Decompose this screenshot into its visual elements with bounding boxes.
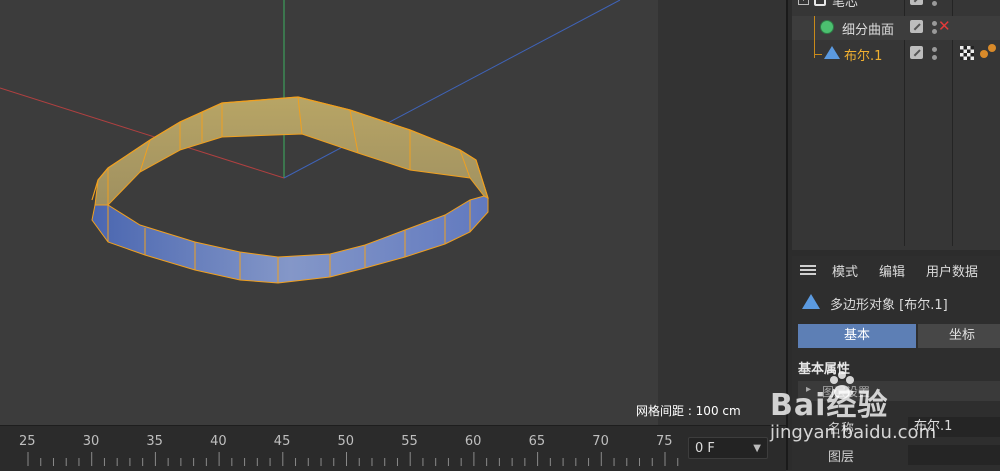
- tree-line: [814, 54, 822, 55]
- checker-tag-icon[interactable]: [960, 46, 974, 60]
- editor-visibility-dot[interactable]: [932, 47, 937, 52]
- timeline[interactable]: 25 30 35 40 45 50 55 60 65 70 75: [0, 425, 786, 471]
- editor-visibility-dot[interactable]: [932, 21, 937, 26]
- current-frame-value: 0 F: [695, 441, 715, 456]
- timeline-tick-label: 30: [82, 434, 100, 449]
- menu-user-data[interactable]: 用户数据: [926, 261, 978, 280]
- object-name[interactable]: 细分曲面: [842, 19, 894, 38]
- timeline-tick-label: 50: [337, 434, 355, 449]
- subdivision-surface-icon: [820, 20, 834, 34]
- object-row-pen-core[interactable]: + 笔芯: [792, 0, 1000, 12]
- attribute-menu-bar: 模式 编辑 用户数据: [792, 256, 1000, 284]
- object-name[interactable]: 笔芯: [832, 0, 858, 10]
- render-visibility-dot[interactable]: [932, 55, 937, 60]
- timeline-tick-label: 45: [273, 434, 291, 449]
- disabled-x-icon[interactable]: ✕: [938, 17, 951, 35]
- object-manager[interactable]: + 笔芯 细分曲面 ✕ 布尔.1: [792, 0, 1000, 250]
- layer-toggle-icon[interactable]: [910, 46, 923, 59]
- material-tag-icon[interactable]: [988, 44, 996, 52]
- hamburger-menu-icon[interactable]: [800, 265, 816, 275]
- ring-back-wall: [94, 96, 489, 206]
- timeline-tick-label: 70: [592, 434, 609, 449]
- layer-input[interactable]: [908, 445, 1000, 465]
- menu-edit[interactable]: 编辑: [879, 261, 905, 280]
- timeline-tick-label: 65: [528, 434, 546, 449]
- grid-spacing-label: 网格间距 : 100 cm: [636, 404, 741, 418]
- timeline-tick-label: 25: [19, 434, 36, 449]
- layer-settings-group[interactable]: ▸ 图层设置: [798, 381, 1000, 401]
- right-panel: + 笔芯 细分曲面 ✕ 布尔.1: [786, 0, 1000, 470]
- object-type-label: 多边形对象 [布尔.1]: [830, 298, 948, 313]
- polygon-object-icon: [824, 46, 840, 59]
- ring-front-wall: [91, 195, 489, 284]
- attribute-tabs: 基本 坐标: [798, 324, 1000, 348]
- viewport-canvas: [0, 0, 621, 284]
- tab-basic[interactable]: 基本: [798, 324, 916, 348]
- object-row-boole[interactable]: 布尔.1: [792, 42, 1000, 66]
- timeline-tick-label: 35: [146, 434, 163, 449]
- timeline-tick-label: 60: [464, 434, 482, 449]
- property-layer-row: 图层: [798, 444, 1000, 466]
- property-label: 图层: [828, 450, 855, 465]
- property-name-row: 名称 布尔.1: [798, 416, 1000, 438]
- polygon-object-icon: [802, 294, 820, 309]
- 3d-viewport[interactable]: [0, 0, 658, 425]
- attribute-manager[interactable]: 模式 编辑 用户数据 多边形对象 [布尔.1] 基本 坐标 基本属性 ▸ 图层设…: [792, 256, 1000, 470]
- layer-toggle-icon[interactable]: [910, 20, 923, 33]
- menu-mode[interactable]: 模式: [832, 261, 858, 280]
- property-label: 名称: [828, 422, 855, 437]
- chevron-down-icon[interactable]: ▼: [753, 438, 761, 460]
- current-frame-field[interactable]: 0 F ▼: [688, 437, 768, 459]
- render-visibility-dot[interactable]: [932, 29, 937, 34]
- object-name[interactable]: 布尔.1: [844, 45, 882, 64]
- render-visibility-dot[interactable]: [932, 1, 937, 6]
- chevron-right-icon[interactable]: ▸: [806, 384, 811, 395]
- object-type-header: 多边形对象 [布尔.1]: [792, 292, 1000, 316]
- viewport-side-area: [658, 0, 786, 425]
- material-tag-icon[interactable]: [980, 50, 988, 58]
- object-row-subdivision[interactable]: 细分曲面 ✕: [792, 16, 1000, 58]
- group-label: 图层设置: [822, 385, 871, 399]
- expand-icon[interactable]: +: [798, 0, 809, 5]
- timeline-tick-label: 75: [656, 434, 673, 449]
- tab-coordinates[interactable]: 坐标: [918, 324, 1000, 348]
- name-input[interactable]: 布尔.1: [908, 417, 1000, 437]
- null-object-icon: [814, 0, 826, 6]
- timeline-tick-label: 55: [401, 434, 418, 449]
- timeline-tick-label: 40: [210, 434, 227, 449]
- section-title: 基本属性: [798, 362, 851, 377]
- layer-toggle-icon[interactable]: [910, 0, 923, 5]
